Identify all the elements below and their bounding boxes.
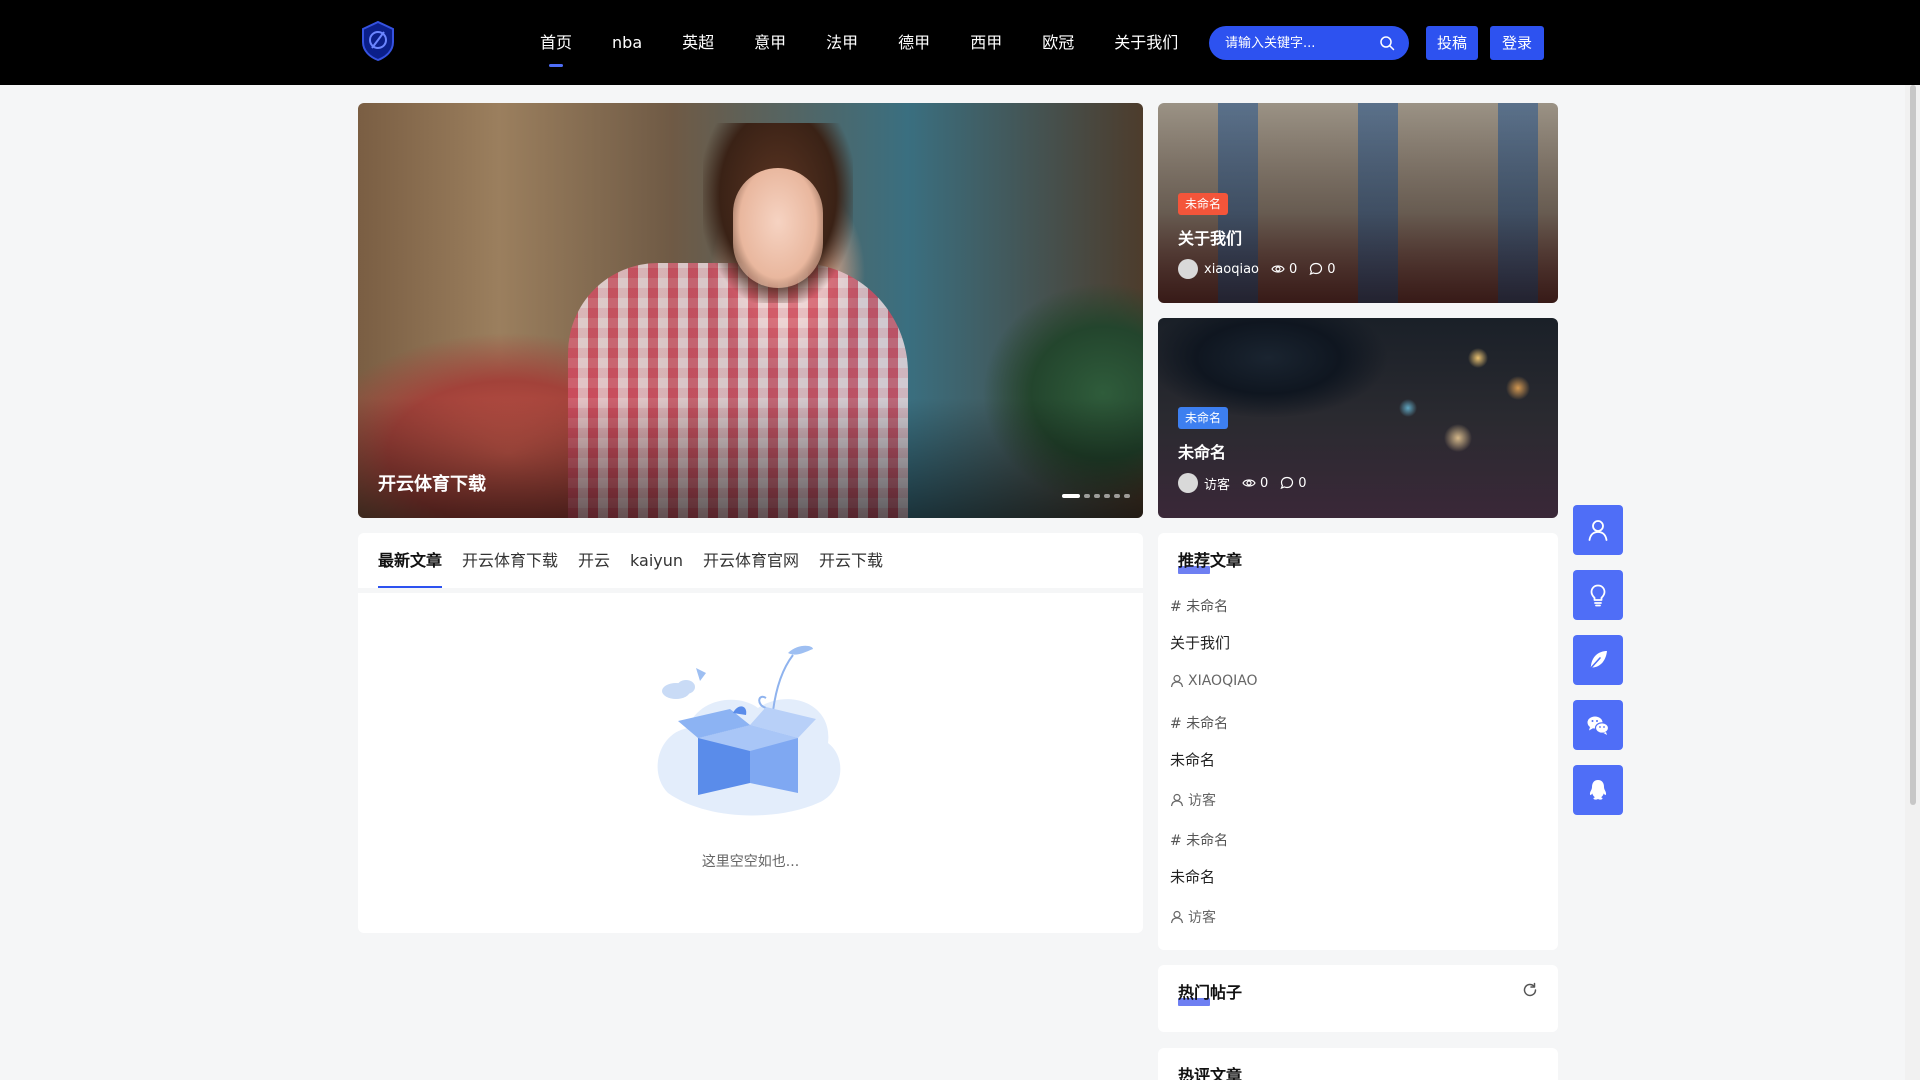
comment-icon bbox=[1309, 262, 1323, 276]
card-meta: xiaoqiao 0 0 bbox=[1178, 259, 1336, 279]
nav-item-nba[interactable]: nba bbox=[592, 0, 662, 85]
author-name: XIAOQIAO bbox=[1188, 673, 1258, 689]
nav-item-about-us[interactable]: 关于我们 bbox=[1094, 0, 1198, 85]
search-icon[interactable] bbox=[1379, 35, 1395, 51]
tab-kaiyun-sports-download[interactable]: 开云体育下载 bbox=[462, 533, 558, 588]
page-scrollbar-thumb[interactable] bbox=[1910, 85, 1916, 805]
featured-card-2[interactable]: 未命名 未命名 访客 0 0 bbox=[1158, 318, 1558, 518]
nav-item-ligue-1[interactable]: 法甲 bbox=[806, 0, 878, 85]
tab-kaiyun-download[interactable]: 开云下载 bbox=[819, 533, 883, 588]
hero-image-face bbox=[733, 168, 823, 288]
nav-item-bundesliga[interactable]: 德甲 bbox=[878, 0, 950, 85]
author-name: 访客 bbox=[1188, 910, 1216, 926]
hot-comments-panel: 热评文章 bbox=[1158, 1048, 1558, 1080]
feather-icon bbox=[1589, 651, 1607, 670]
lightbulb-icon bbox=[1590, 584, 1606, 607]
wechat-icon bbox=[1587, 716, 1610, 735]
avatar bbox=[1178, 473, 1198, 493]
panel-title: 热评文章 bbox=[1178, 1066, 1243, 1080]
article-author: XIAOQIAO bbox=[1170, 673, 1258, 689]
panel-title: 推荐文章 bbox=[1178, 551, 1243, 570]
card-views: 0 bbox=[1289, 261, 1298, 277]
article-title[interactable]: 未命名 bbox=[1170, 749, 1215, 770]
article-author: 访客 bbox=[1170, 907, 1216, 927]
article-title[interactable]: 关于我们 bbox=[1170, 632, 1230, 653]
nav-item-la-liga[interactable]: 西甲 bbox=[950, 0, 1022, 85]
card-author: xiaoqiao bbox=[1204, 261, 1260, 277]
card-author: 访客 bbox=[1204, 477, 1231, 493]
search-box bbox=[1209, 26, 1409, 60]
login-button[interactable]: 登录 bbox=[1490, 26, 1544, 60]
submit-article-button[interactable]: 投稿 bbox=[1426, 26, 1478, 60]
float-user-button[interactable] bbox=[1573, 505, 1623, 555]
user-icon bbox=[1588, 520, 1608, 541]
featured-card-1[interactable]: 未命名 关于我们 xiaoqiao 0 0 bbox=[1158, 103, 1558, 303]
tab-kaiyun-en[interactable]: kaiyun bbox=[630, 533, 683, 588]
nav-item-home[interactable]: 首页 bbox=[520, 0, 592, 85]
float-wechat-button[interactable] bbox=[1573, 700, 1623, 750]
user-icon bbox=[1170, 910, 1184, 924]
author-name: 访客 bbox=[1188, 793, 1216, 809]
site-logo[interactable] bbox=[360, 20, 396, 62]
card-category-tag[interactable]: 未命名 bbox=[1178, 407, 1229, 429]
latest-articles-panel: 最新文章 开云体育下载 开云 kaiyun 开云体育官网 开云下载 这里空空如也… bbox=[358, 533, 1143, 933]
tabs-divider bbox=[358, 588, 1143, 593]
article-tabs: 最新文章 开云体育下载 开云 kaiyun 开云体育官网 开云下载 bbox=[378, 533, 903, 588]
article-title[interactable]: 未命名 bbox=[1170, 866, 1215, 887]
card-title[interactable]: 关于我们 bbox=[1178, 225, 1242, 249]
float-idea-button[interactable] bbox=[1573, 570, 1623, 620]
recommended-articles-panel: 推荐文章 # 未命名 关于我们 XIAOQIAO # 未命名 未命名 访客 # … bbox=[1158, 533, 1558, 950]
slide-dot[interactable] bbox=[1084, 494, 1090, 498]
hero-gradient-overlay bbox=[358, 398, 1143, 518]
avatar bbox=[1178, 259, 1198, 279]
card-meta: 访客 0 0 bbox=[1178, 473, 1307, 493]
empty-state-text: 这里空空如也... bbox=[701, 854, 800, 870]
card-comments: 0 bbox=[1298, 475, 1307, 491]
panel-title: 热门帖子 bbox=[1178, 983, 1243, 1002]
comment-icon bbox=[1280, 476, 1294, 490]
hero-slider[interactable]: 开云体育下载 bbox=[358, 103, 1143, 518]
user-icon bbox=[1170, 793, 1184, 807]
user-icon bbox=[1170, 674, 1184, 688]
tab-kaiyun[interactable]: 开云 bbox=[578, 533, 610, 588]
card-comments: 0 bbox=[1327, 261, 1336, 277]
slide-dot[interactable] bbox=[1062, 494, 1080, 498]
hero-slide-title[interactable]: 开云体育下载 bbox=[378, 470, 486, 496]
main-nav: 首页 nba 英超 意甲 法甲 德甲 西甲 欧冠 关于我们 bbox=[520, 0, 1198, 85]
tab-kaiyun-sports-official[interactable]: 开云体育官网 bbox=[703, 533, 799, 588]
slide-dot[interactable] bbox=[1104, 494, 1110, 498]
slide-dot[interactable] bbox=[1124, 494, 1130, 498]
nav-item-serie-a[interactable]: 意甲 bbox=[734, 0, 806, 85]
slide-dot[interactable] bbox=[1114, 494, 1120, 498]
article-category[interactable]: # 未命名 bbox=[1170, 830, 1228, 850]
nav-item-champions-league[interactable]: 欧冠 bbox=[1022, 0, 1094, 85]
search-input[interactable] bbox=[1209, 26, 1379, 60]
article-category[interactable]: # 未命名 bbox=[1170, 713, 1228, 733]
empty-box-icon bbox=[657, 645, 841, 816]
hot-posts-panel: 热门帖子 bbox=[1158, 965, 1558, 1032]
eye-icon bbox=[1242, 479, 1256, 487]
nav-item-premier-league[interactable]: 英超 bbox=[662, 0, 734, 85]
card-category-tag[interactable]: 未命名 bbox=[1178, 193, 1229, 215]
hero-pagination bbox=[1062, 494, 1134, 498]
float-qq-button[interactable] bbox=[1573, 765, 1623, 815]
slide-dot[interactable] bbox=[1094, 494, 1100, 498]
article-category[interactable]: # 未命名 bbox=[1170, 596, 1228, 616]
float-write-button[interactable] bbox=[1573, 635, 1623, 685]
card-views: 0 bbox=[1260, 475, 1269, 491]
top-navbar: 首页 nba 英超 意甲 法甲 德甲 西甲 欧冠 关于我们 投稿 登录 bbox=[0, 0, 1920, 85]
eye-icon bbox=[1271, 265, 1285, 273]
card-title[interactable]: 未命名 bbox=[1178, 439, 1226, 463]
refresh-icon[interactable] bbox=[1522, 982, 1538, 998]
article-author: 访客 bbox=[1170, 790, 1216, 810]
tab-latest[interactable]: 最新文章 bbox=[378, 533, 443, 588]
qq-icon bbox=[1589, 780, 1607, 800]
